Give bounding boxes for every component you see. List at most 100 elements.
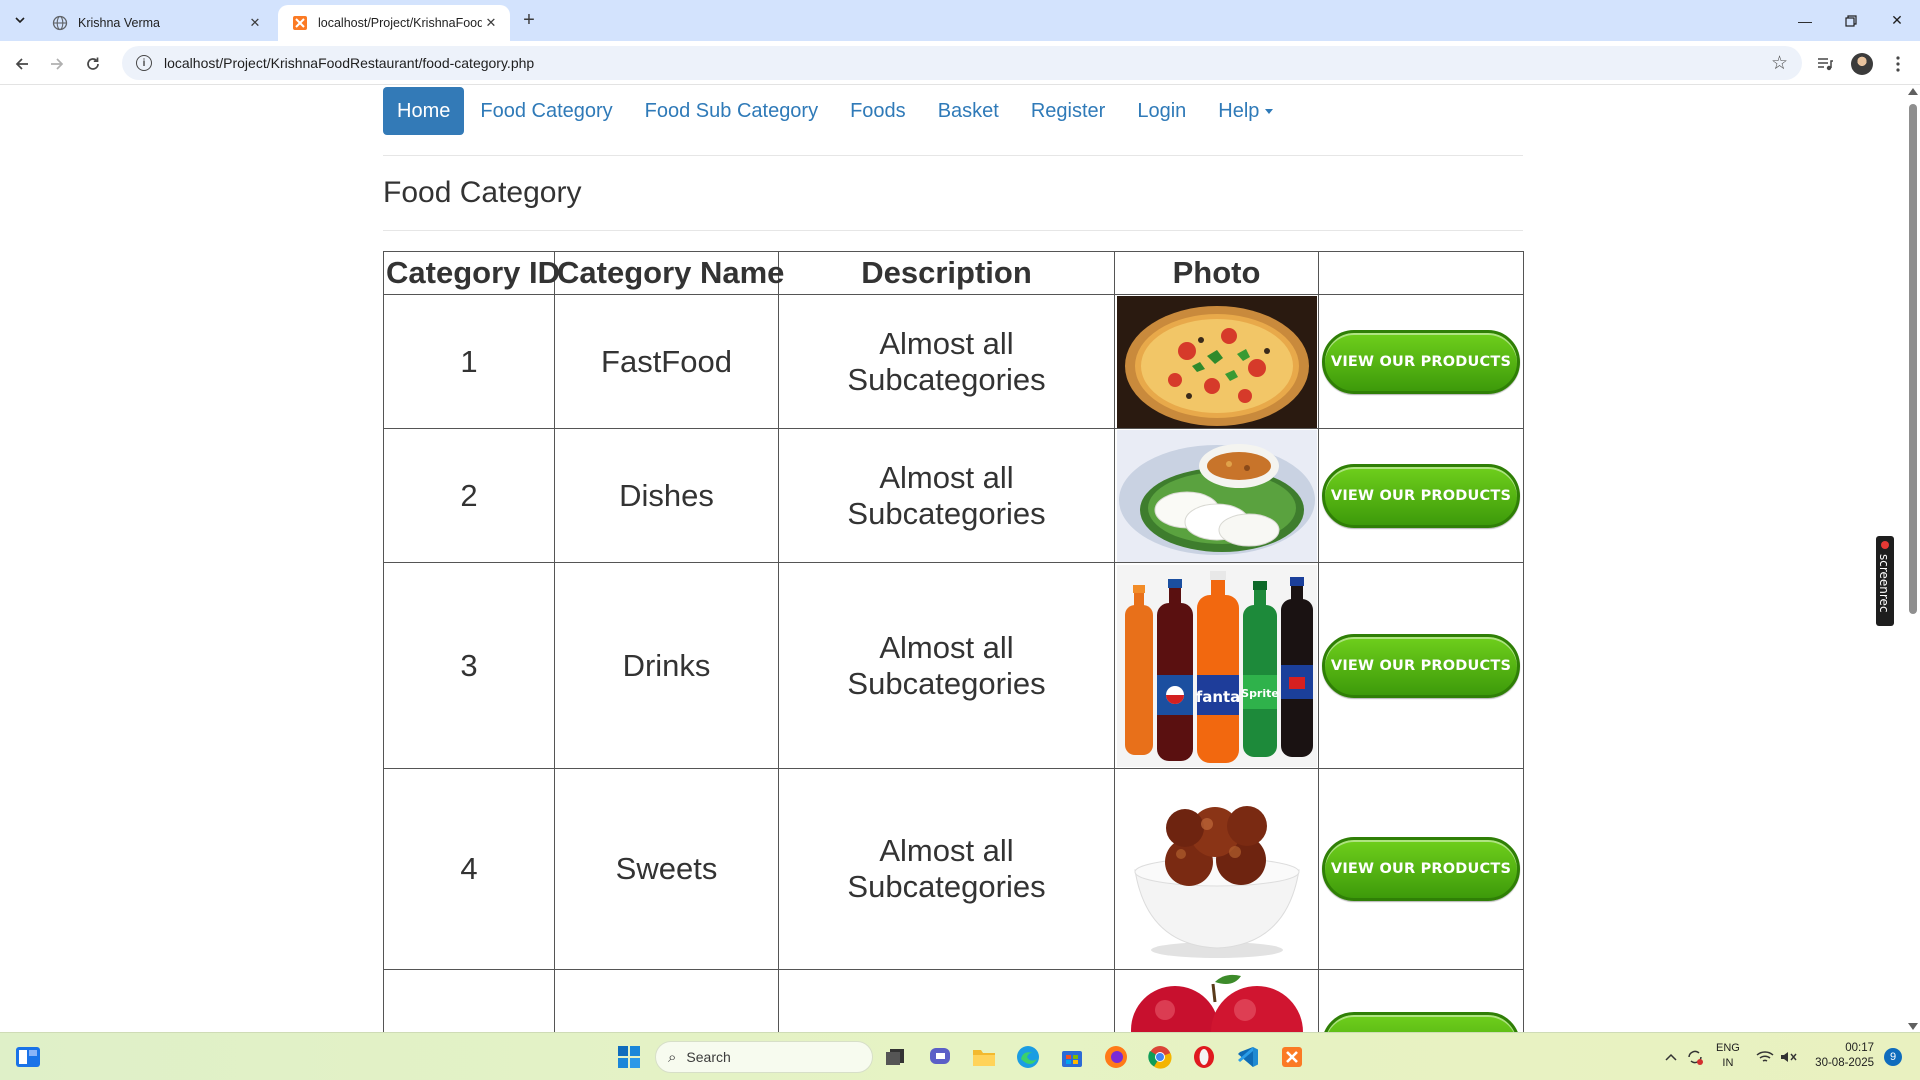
category-id (383, 969, 555, 1032)
tab-title: Krishna Verma (78, 16, 160, 30)
photo-cell (1114, 428, 1319, 563)
windows-start-icon[interactable] (614, 1042, 644, 1072)
language-indicator[interactable]: ENG IN (1716, 1041, 1740, 1071)
drinks-photo: fanta Sprite (1116, 564, 1317, 767)
opera-icon[interactable] (1189, 1042, 1219, 1072)
scroll-up-arrow-icon[interactable] (1908, 88, 1918, 95)
site-navbar: Home Food Category Food Sub Category Foo… (383, 86, 1523, 156)
site-info-icon[interactable]: i (136, 55, 152, 71)
bookmark-star-icon[interactable]: ☆ (1771, 52, 1788, 75)
page-scrollbar[interactable] (1905, 86, 1920, 1032)
widgets-icon[interactable] (13, 1042, 43, 1072)
restore-icon[interactable] (1828, 0, 1874, 41)
lang-code: ENG (1716, 1042, 1740, 1054)
close-window-icon[interactable]: ✕ (1874, 0, 1920, 41)
scrollbar-thumb[interactable] (1909, 104, 1917, 614)
speaker-muted-icon[interactable] (1774, 1042, 1804, 1072)
view-products-button[interactable]: VIEW OUR PRODUCTS (1322, 329, 1520, 394)
nav-food-category[interactable]: Food Category (464, 87, 628, 135)
photo-cell: fanta Sprite (1114, 562, 1319, 769)
nav-basket[interactable]: Basket (922, 87, 1015, 135)
svg-text:fanta: fanta (1195, 688, 1240, 706)
taskbar-search[interactable]: ⌕ Search (655, 1041, 873, 1073)
header-description: Description (778, 251, 1115, 295)
category-description: Almost all Subcategories (778, 768, 1115, 970)
record-dot-icon (1881, 541, 1889, 549)
category-id: 2 (383, 428, 555, 563)
header-category-id: Category ID (383, 251, 560, 295)
back-icon[interactable] (9, 51, 35, 77)
firefox-icon[interactable] (1101, 1042, 1131, 1072)
more-menu-icon[interactable] (1885, 51, 1911, 77)
table-row: VIEW OUR PRODUCTS (383, 969, 1524, 1032)
system-clock[interactable]: 00:17 30-08-2025 (1812, 1041, 1874, 1071)
notification-badge[interactable]: 9 (1884, 1048, 1902, 1066)
tab-search-button[interactable] (8, 8, 32, 32)
header-photo: Photo (1114, 251, 1319, 295)
screenrec-label: screenrec (1877, 554, 1891, 613)
action-cell: VIEW OUR PRODUCTS (1318, 294, 1524, 429)
table-row: 2 Dishes Almost all Subcategories VIEW O… (383, 428, 1524, 563)
browser-tab-bar: Krishna Verma ✕ localhost/Project/Krishn… (0, 0, 1920, 41)
category-description: Almost all Subcategories (778, 428, 1115, 563)
browser-tab-krishna-verma[interactable]: Krishna Verma ✕ (38, 5, 274, 41)
new-tab-button[interactable]: + (518, 9, 540, 31)
page-header: Food Category (383, 156, 1523, 231)
category-description: Almost all Subcategories (778, 562, 1115, 769)
minimize-icon[interactable]: — (1782, 0, 1828, 41)
header-action (1318, 251, 1524, 295)
scroll-down-arrow-icon[interactable] (1908, 1023, 1918, 1030)
svg-text:Sprite: Sprite (1241, 687, 1279, 700)
view-products-button[interactable]: VIEW OUR PRODUCTS (1322, 633, 1520, 698)
chevron-down-icon (15, 17, 25, 24)
nav-foods[interactable]: Foods (834, 87, 922, 135)
view-products-button[interactable]: VIEW OUR PRODUCTS (1322, 463, 1520, 528)
table-row: 1 FastFood Almost all Subcategories VIEW… (383, 294, 1524, 429)
action-cell: VIEW OUR PRODUCTS (1318, 562, 1524, 769)
file-explorer-icon[interactable] (969, 1042, 999, 1072)
action-cell: VIEW OUR PRODUCTS (1318, 428, 1524, 563)
nav-home[interactable]: Home (383, 87, 465, 135)
browser-tab-food-category[interactable]: localhost/Project/KrishnaFoodR ✕ (278, 5, 510, 41)
browser-toolbar: i localhost/Project/KrishnaFoodRestauran… (0, 41, 1920, 85)
table-row: 4 Sweets Almost all Subcategories VIEW O… (383, 768, 1524, 970)
nav-register[interactable]: Register (1015, 87, 1121, 135)
category-name: Dishes (554, 428, 779, 563)
microsoft-store-icon[interactable] (1057, 1042, 1087, 1072)
close-tab-icon[interactable]: ✕ (482, 14, 500, 32)
chrome-icon[interactable] (1145, 1042, 1175, 1072)
nav-food-sub-category[interactable]: Food Sub Category (629, 87, 834, 135)
media-controls-icon[interactable] (1812, 51, 1838, 77)
photo-cell (1114, 768, 1319, 970)
header-category-name: Category Name (554, 251, 784, 295)
nav-login[interactable]: Login (1121, 87, 1202, 135)
screenrec-badge[interactable]: screenrec (1876, 536, 1894, 626)
profile-avatar[interactable] (1849, 51, 1875, 77)
forward-icon[interactable] (44, 51, 70, 77)
category-id: 4 (383, 768, 555, 970)
teams-chat-icon[interactable] (925, 1042, 955, 1072)
page-viewport: Home Food Category Food Sub Category Foo… (0, 86, 1905, 1032)
nav-help-dropdown[interactable]: Help (1202, 87, 1289, 135)
action-cell: VIEW OUR PRODUCTS (1318, 768, 1524, 970)
xampp-taskbar-icon[interactable] (1277, 1042, 1307, 1072)
page-title: Food Category (383, 176, 582, 209)
view-products-button[interactable]: VIEW OUR PRODUCTS (1322, 837, 1520, 901)
close-tab-icon[interactable]: ✕ (246, 14, 264, 32)
vscode-icon[interactable] (1233, 1042, 1263, 1072)
lang-region: IN (1722, 1057, 1734, 1069)
idli-photo (1116, 429, 1317, 562)
edge-icon[interactable] (1013, 1042, 1043, 1072)
address-bar[interactable]: i localhost/Project/KrishnaFoodRestauran… (122, 46, 1802, 80)
reload-icon[interactable] (80, 51, 106, 77)
gulab-jamun-photo (1116, 770, 1317, 968)
tab-title: localhost/Project/KrishnaFoodR (318, 16, 482, 30)
sync-status-icon[interactable] (1680, 1042, 1710, 1072)
category-name: Drinks (554, 562, 779, 769)
category-description (778, 969, 1115, 1032)
photo-cell (1114, 294, 1319, 429)
globe-icon (52, 15, 68, 31)
view-products-button[interactable]: VIEW OUR PRODUCTS (1322, 1012, 1520, 1032)
task-view-icon[interactable] (880, 1042, 910, 1072)
table-header-row: Category ID Category Name Description Ph… (383, 251, 1524, 295)
